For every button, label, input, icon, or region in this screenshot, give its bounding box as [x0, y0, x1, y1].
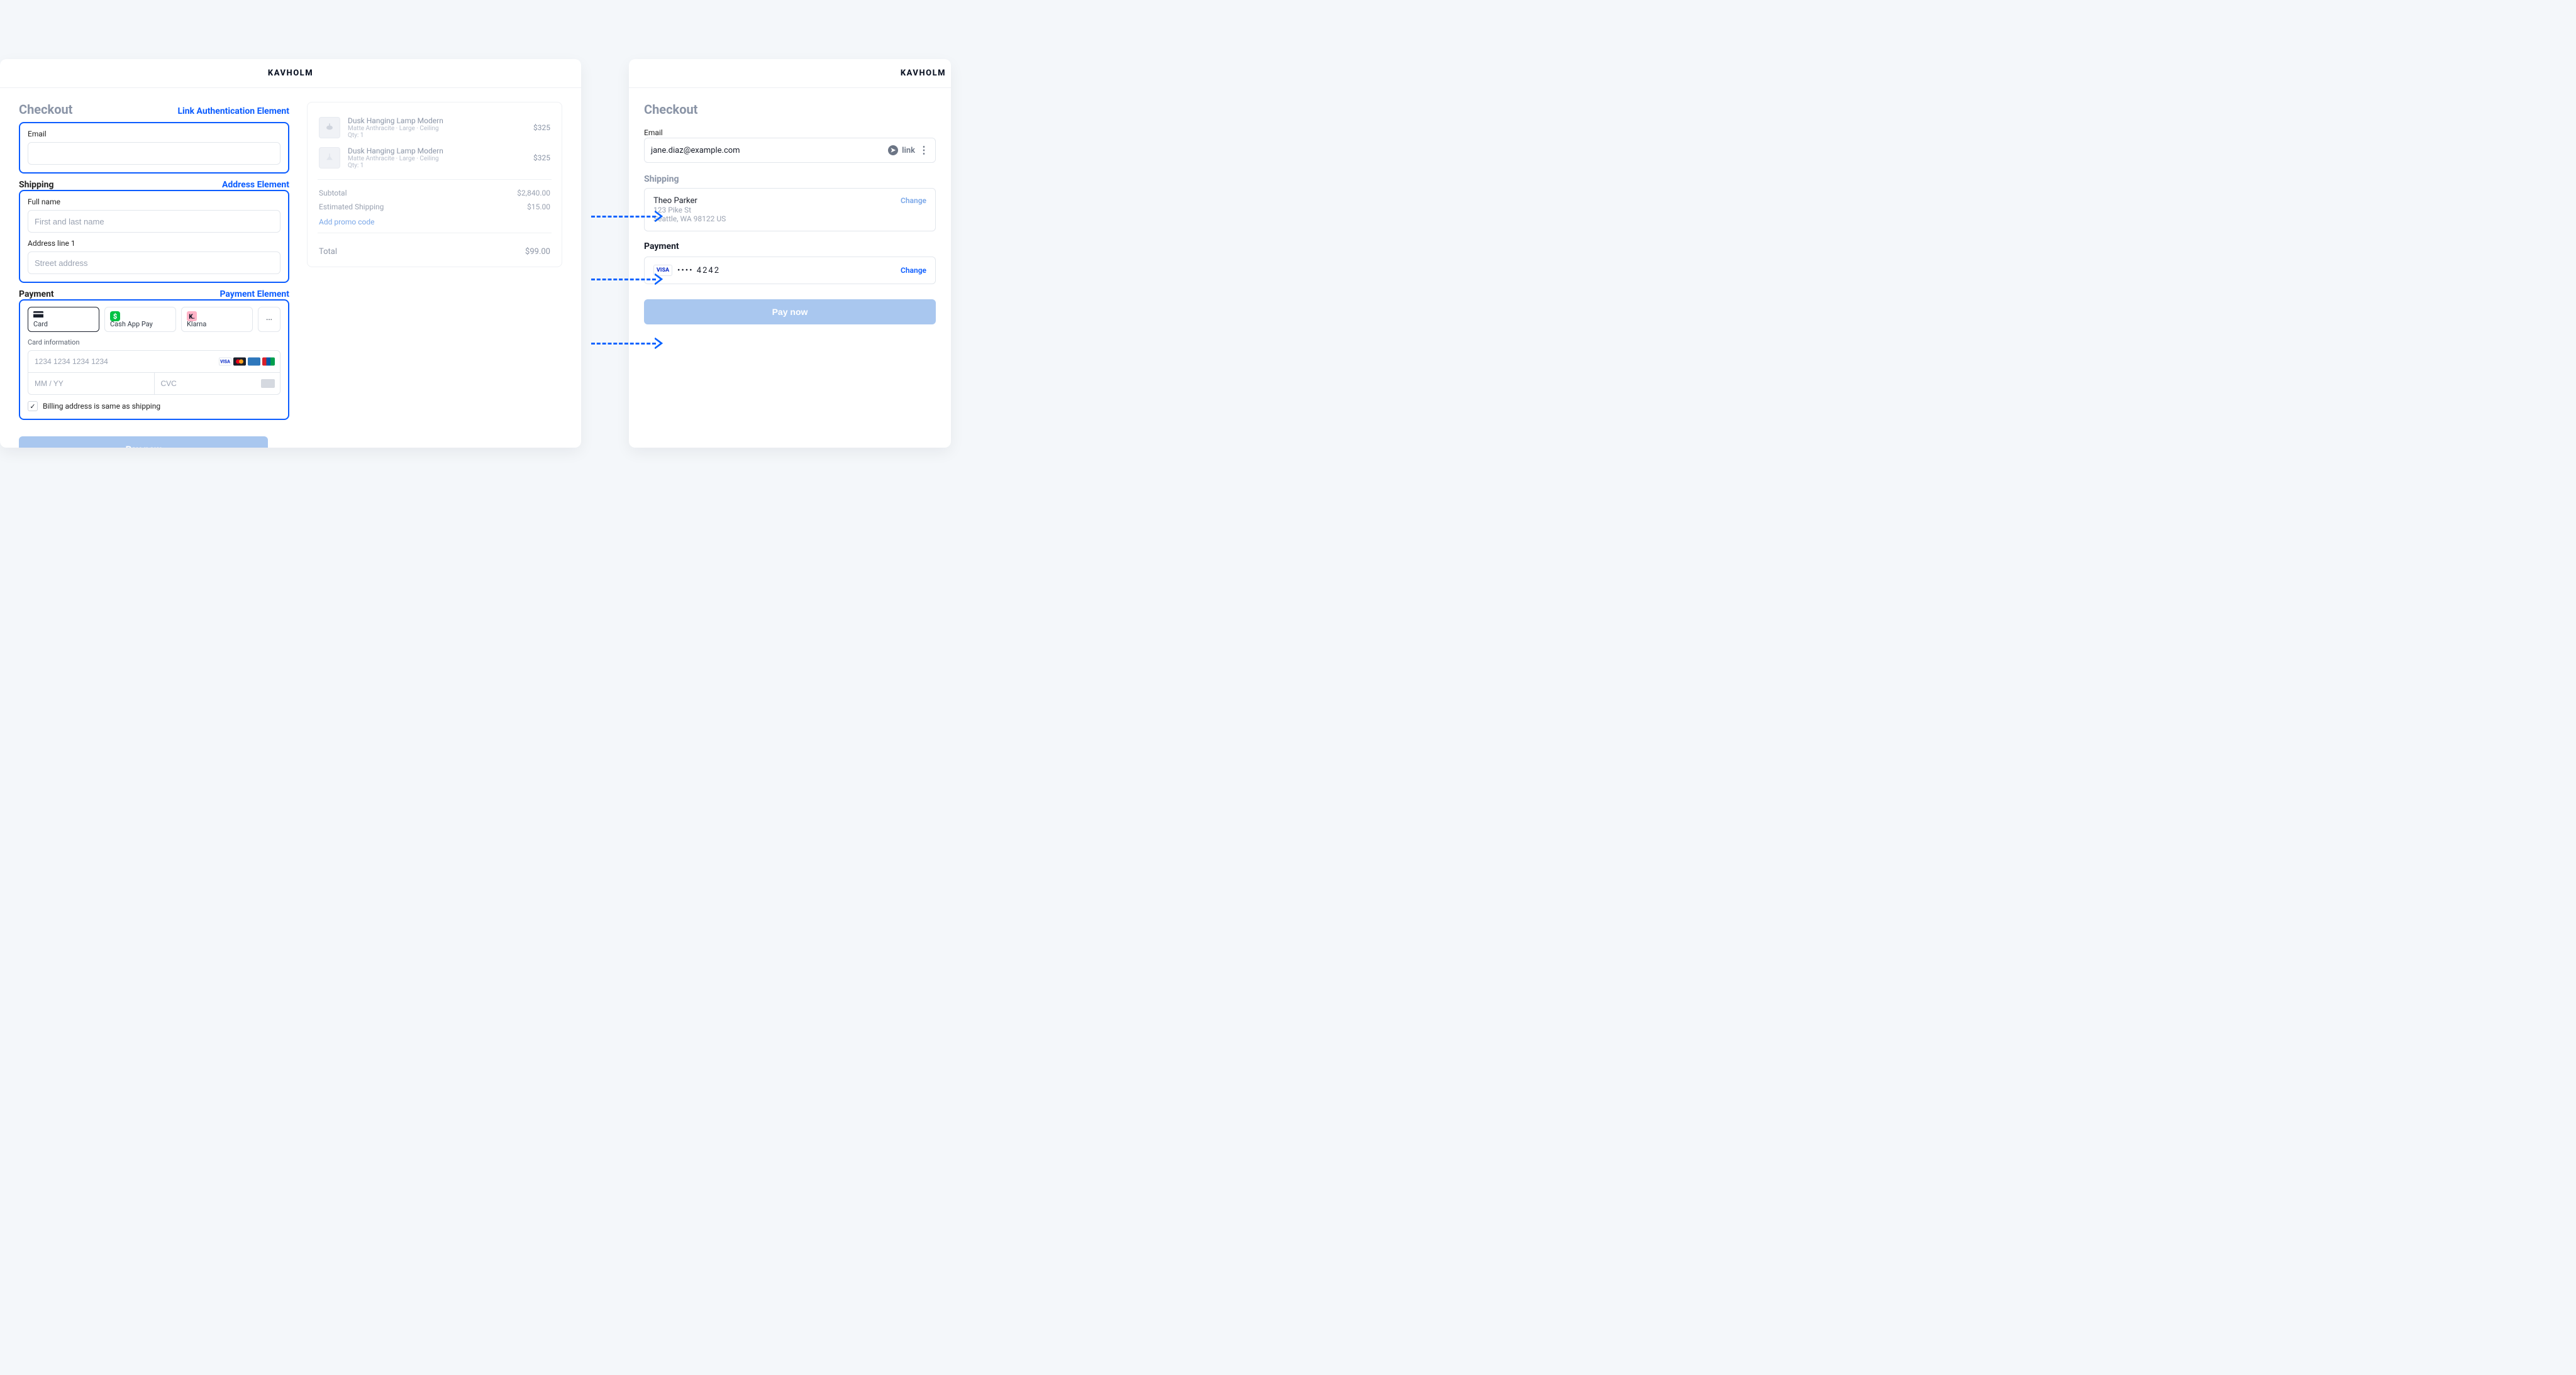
cart-item-price: $325 — [533, 153, 550, 162]
product-thumbnail-icon — [319, 117, 340, 138]
page-title: Checkout — [644, 102, 936, 117]
email-display[interactable]: jane.diaz@example.com ➤ link ⋮ — [644, 138, 936, 163]
total-value: $99.00 — [525, 247, 550, 257]
shipping-address-card: Theo Parker 123 Pike St Seattle, WA 9812… — [644, 188, 936, 231]
order-summary-card: Dusk Hanging Lamp Modern Matte Anthracit… — [307, 102, 562, 267]
change-shipping-link[interactable]: Change — [901, 196, 926, 205]
address-line1-input[interactable] — [28, 251, 280, 274]
checkout-builder-panel: KAVHOLM Checkout Link Authentication Ele… — [0, 59, 581, 448]
card-last4: •••• 4242 — [677, 266, 720, 275]
card-brand-icons: VISA — [219, 358, 275, 366]
cart-item-variant: Matte Anthracite · Large · Ceiling — [348, 125, 526, 132]
link-badge-icon: ➤ — [888, 145, 898, 155]
saved-payment-card: VISA •••• 4242 Change — [644, 257, 936, 284]
cart-item: Dusk Hanging Lamp Modern Matte Anthracit… — [319, 113, 550, 143]
cart-item-qty: Qty: 1 — [348, 162, 526, 169]
element-label-payment: Payment Element — [219, 289, 289, 299]
link-authentication-element: Email — [19, 122, 289, 174]
visa-icon: VISA — [219, 358, 231, 366]
brand-logo: KAVHOLM — [0, 59, 581, 88]
cashapp-icon: $ — [110, 311, 120, 319]
payment-section-title: Payment — [19, 289, 54, 299]
cart-item-variant: Matte Anthracite · Large · Ceiling — [348, 155, 526, 162]
cvc-icon — [261, 379, 275, 388]
page-title: Checkout — [19, 102, 72, 117]
payment-element: Card $ Cash App Pay K. Klarn — [19, 299, 289, 420]
subtotal-value: $2,840.00 — [517, 189, 550, 197]
full-name-label: Full name — [28, 197, 280, 206]
address-line1-label: Address line 1 — [28, 239, 280, 248]
kebab-menu-icon[interactable]: ⋮ — [919, 145, 929, 155]
email-input[interactable] — [28, 142, 280, 165]
payment-tab-more[interactable]: ··· — [258, 307, 280, 332]
klarna-icon: K. — [187, 311, 197, 319]
more-icon: ··· — [266, 316, 272, 324]
change-payment-link[interactable]: Change — [901, 266, 926, 275]
email-label: Email — [644, 128, 663, 137]
address-element: Full name Address line 1 — [19, 190, 289, 283]
checkout-result-panel: KAVHOLM Checkout Email jane.diaz@example… — [629, 59, 951, 448]
cart-item-name: Dusk Hanging Lamp Modern — [348, 146, 526, 155]
cart-item-qty: Qty: 1 — [348, 132, 526, 139]
add-promo-link[interactable]: Add promo code — [319, 214, 550, 226]
card-icon — [33, 311, 43, 319]
unionpay-icon — [262, 358, 275, 366]
cart-item-name: Dusk Hanging Lamp Modern — [348, 116, 526, 125]
brand-logo: KAVHOLM — [629, 59, 951, 88]
billing-same-label: Billing address is same as shipping — [43, 402, 160, 411]
pay-now-button[interactable]: Pay now — [644, 299, 936, 324]
shipping-addr-line1: 123 Pike St — [653, 206, 726, 214]
billing-same-checkbox[interactable]: ✓ — [28, 401, 38, 411]
subtotal-label: Subtotal — [319, 189, 347, 197]
cart-item-price: $325 — [533, 123, 550, 132]
mastercard-icon — [233, 358, 246, 366]
payment-section-title: Payment — [644, 241, 936, 251]
card-expiry-input[interactable] — [28, 373, 154, 394]
total-label: Total — [319, 247, 337, 257]
full-name-input[interactable] — [28, 210, 280, 233]
shipping-name: Theo Parker — [653, 196, 726, 206]
element-label-address: Address Element — [222, 180, 289, 190]
amex-icon — [248, 358, 260, 366]
payment-tab-cashapp-label: Cash App Pay — [110, 320, 170, 328]
cart-item: Dusk Hanging Lamp Modern Matte Anthracit… — [319, 143, 550, 173]
payment-tab-card[interactable]: Card — [28, 307, 99, 332]
element-label-link-auth: Link Authentication Element — [177, 106, 289, 116]
shipping-section-title: Shipping — [19, 180, 53, 190]
shipping-est-value: $15.00 — [527, 202, 550, 211]
email-value: jane.diaz@example.com — [651, 146, 740, 155]
pay-now-button[interactable]: Pay now — [19, 436, 268, 448]
payment-tab-card-label: Card — [33, 320, 94, 328]
payment-tab-klarna[interactable]: K. Klarna — [181, 307, 253, 332]
product-thumbnail-icon — [319, 147, 340, 168]
shipping-est-label: Estimated Shipping — [319, 202, 384, 211]
shipping-addr-line2: Seattle, WA 98122 US — [653, 214, 726, 223]
card-info-label: Card information — [28, 338, 280, 346]
payment-tab-cashapp[interactable]: $ Cash App Pay — [104, 307, 176, 332]
payment-tab-klarna-label: Klarna — [187, 320, 247, 328]
email-label: Email — [28, 130, 280, 138]
link-text: link — [902, 146, 915, 155]
shipping-section-title: Shipping — [644, 174, 936, 184]
